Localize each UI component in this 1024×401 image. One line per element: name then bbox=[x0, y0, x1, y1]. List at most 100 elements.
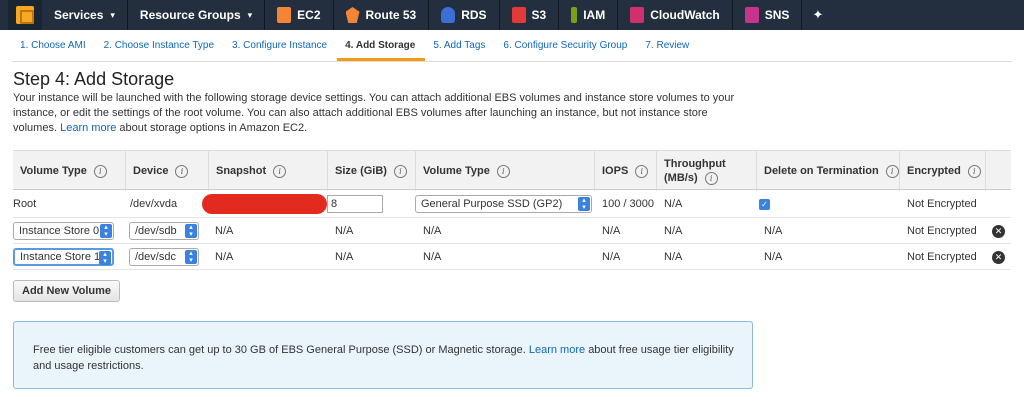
header-volume-type-label: Volume Type bbox=[20, 165, 87, 177]
ec2-icon bbox=[277, 7, 292, 23]
volume-type-2-cell: N/A bbox=[423, 251, 442, 263]
header-iops-label: IOPS bbox=[602, 165, 629, 177]
nav-ec2[interactable]: EC2 bbox=[265, 0, 334, 30]
encrypted-cell: Not Encrypted bbox=[907, 225, 977, 237]
delete-on-termination-checkbox[interactable]: ✓ bbox=[759, 198, 770, 210]
tab-configure-instance[interactable]: 3. Configure Instance bbox=[224, 40, 337, 61]
instance-store-select[interactable]: Instance Store 1 ▴ ▾ bbox=[13, 248, 114, 266]
nav-s3[interactable]: S3 bbox=[500, 0, 560, 30]
resource-groups-menu[interactable]: Resource Groups ▾ bbox=[128, 0, 266, 30]
header-delete-on-termination: Delete on Termination i bbox=[757, 151, 900, 191]
chevron-updown-icon: ▴ ▾ bbox=[185, 250, 197, 264]
rds-icon bbox=[441, 7, 456, 23]
header-snapshot: Snapshot i bbox=[209, 151, 328, 191]
device-select-value: /dev/sdc bbox=[135, 251, 176, 263]
volume-type-select[interactable]: General Purpose SSD (GP2) ▴ ▾ bbox=[415, 195, 592, 213]
device-select[interactable]: /dev/sdb ▴ ▾ bbox=[129, 222, 199, 240]
info-icon[interactable]: i bbox=[393, 164, 407, 178]
remove-cell: ✕ bbox=[992, 244, 1005, 270]
size-input[interactable]: 8 bbox=[327, 195, 383, 213]
nav-sns[interactable]: SNS bbox=[733, 0, 803, 30]
info-icon[interactable]: i bbox=[704, 172, 718, 186]
info-icon[interactable]: i bbox=[273, 164, 287, 178]
header-size-label: Size (GiB) bbox=[335, 165, 387, 177]
redaction-mark bbox=[202, 194, 327, 214]
chevron-down-icon: ▾ bbox=[110, 9, 115, 20]
table-row: Instance Store 1 ▴ ▾ /dev/sdc ▴ ▾ N/A N/A N/… bbox=[13, 244, 1011, 270]
chevron-updown-icon: ▴ ▾ bbox=[185, 224, 197, 238]
throughput-cell: N/A bbox=[664, 225, 683, 237]
header-throughput: Throughput (MB/s) i bbox=[657, 151, 757, 191]
tab-add-tags[interactable]: 5. Add Tags bbox=[425, 40, 495, 61]
iops-cell: N/A bbox=[602, 225, 621, 237]
instance-store-select-value: Instance Store 0 bbox=[19, 225, 100, 237]
tab-review[interactable]: 7. Review bbox=[637, 40, 699, 61]
remove-volume-icon[interactable]: ✕ bbox=[992, 224, 1005, 238]
delete-on-termination-cell: N/A bbox=[764, 225, 783, 237]
header-volume-type: Volume Type i bbox=[13, 151, 126, 191]
notice-text: Free tier eligible customers can get up … bbox=[33, 344, 526, 356]
header-device-label: Device bbox=[133, 165, 169, 177]
header-encrypted: Encrypted i bbox=[900, 151, 986, 191]
volume-type-2-cell: N/A bbox=[423, 225, 442, 237]
device-select[interactable]: /dev/sdc ▴ ▾ bbox=[129, 248, 199, 266]
throughput-cell: N/A bbox=[664, 198, 683, 210]
header-iops: IOPS i bbox=[595, 151, 657, 191]
tab-configure-security-group[interactable]: 6. Configure Security Group bbox=[495, 40, 637, 61]
instance-store-select[interactable]: Instance Store 0 ▴ ▾ bbox=[13, 222, 114, 240]
free-tier-notice: Free tier eligible customers can get up … bbox=[13, 321, 753, 389]
snapshot-cell bbox=[202, 190, 327, 218]
nav-route53[interactable]: Route 53 bbox=[334, 0, 430, 30]
volume-type-cell: Instance Store 0 ▴ ▾ bbox=[13, 218, 114, 244]
delete-on-termination-cell: N/A bbox=[764, 251, 783, 263]
header-volume-type-2: Volume Type i bbox=[416, 151, 595, 191]
nav-ec2-label: EC2 bbox=[297, 8, 321, 22]
learn-more-link[interactable]: Learn more bbox=[60, 122, 116, 134]
nav-rds[interactable]: RDS bbox=[429, 0, 500, 30]
encrypted-cell: Not Encrypted bbox=[907, 198, 977, 210]
header-throughput-label-2: (MB/s) bbox=[664, 171, 698, 184]
nav-iam[interactable]: IAM bbox=[559, 0, 619, 30]
iops-cell: N/A bbox=[602, 251, 621, 263]
delete-on-termination-cell: ✓ bbox=[759, 190, 770, 218]
services-label: Services bbox=[54, 8, 104, 22]
info-icon[interactable]: i bbox=[635, 164, 649, 178]
nav-sns-label: SNS bbox=[764, 8, 790, 22]
remove-volume-icon[interactable]: ✕ bbox=[992, 250, 1005, 264]
page-title: Step 4: Add Storage bbox=[13, 69, 175, 89]
device-cell: /dev/sdc ▴ ▾ bbox=[129, 244, 199, 270]
notice-learn-more-link[interactable]: Learn more bbox=[529, 344, 585, 356]
nav-cloudwatch-label: CloudWatch bbox=[650, 8, 720, 22]
nav-iam-label: IAM bbox=[583, 8, 606, 22]
volume-type-cell: Root bbox=[13, 198, 37, 210]
add-new-volume-button[interactable]: Add New Volume bbox=[13, 280, 121, 302]
resource-groups-label: Resource Groups bbox=[139, 8, 241, 22]
device-cell: /dev/xvda bbox=[130, 198, 178, 210]
info-icon[interactable]: i bbox=[967, 164, 981, 178]
info-icon[interactable]: i bbox=[93, 164, 107, 178]
info-icon[interactable]: i bbox=[496, 164, 510, 178]
throughput-cell: N/A bbox=[664, 251, 683, 263]
tab-choose-instance-type[interactable]: 2. Choose Instance Type bbox=[96, 40, 224, 61]
s3-icon bbox=[511, 7, 526, 23]
tab-choose-ami[interactable]: 1. Choose AMI bbox=[12, 40, 96, 61]
aws-logo-icon[interactable] bbox=[8, 0, 42, 30]
nav-cloudwatch[interactable]: CloudWatch bbox=[618, 0, 733, 30]
snapshot-cell: N/A bbox=[215, 251, 234, 263]
nav-route53-label: Route 53 bbox=[365, 8, 417, 22]
table-row: Instance Store 0 ▴ ▾ /dev/sdb ▴ ▾ N/A N/A N/… bbox=[13, 218, 1011, 244]
services-menu[interactable]: Services ▾ bbox=[42, 0, 128, 30]
header-delete-label: Delete on Termination bbox=[764, 165, 879, 177]
volume-type-select-value: General Purpose SSD (GP2) bbox=[421, 198, 563, 210]
info-icon[interactable]: i bbox=[175, 164, 189, 178]
info-icon[interactable]: i bbox=[885, 164, 899, 178]
top-nav: Services ▾ Resource Groups ▾ EC2 Route 53 … bbox=[0, 0, 1024, 30]
size-cell: N/A bbox=[335, 225, 354, 237]
wizard-steps: 1. Choose AMI 2. Choose Instance Type 3.… bbox=[12, 30, 1012, 62]
description-text-end: about storage options in Amazon EC2. bbox=[119, 122, 308, 134]
snapshot-cell: N/A bbox=[215, 225, 234, 237]
tab-add-storage[interactable]: 4. Add Storage bbox=[337, 40, 426, 61]
nav-rds-label: RDS bbox=[461, 8, 487, 22]
header-device: Device i bbox=[126, 151, 209, 191]
pin-icon[interactable]: ✦ bbox=[802, 7, 833, 23]
